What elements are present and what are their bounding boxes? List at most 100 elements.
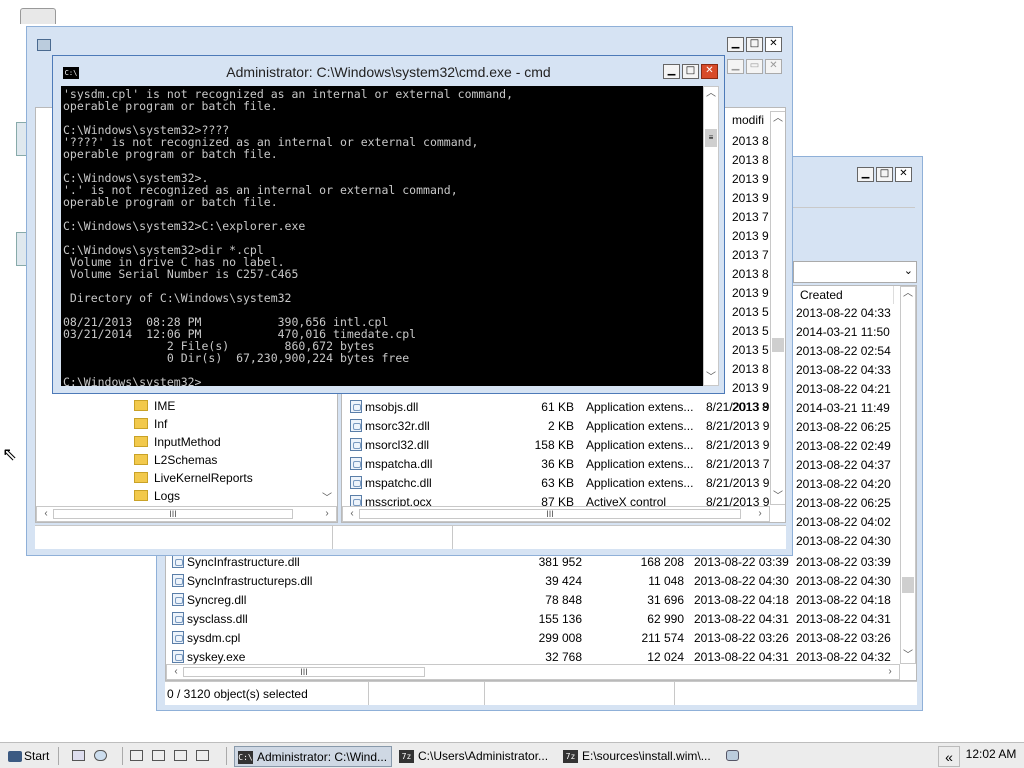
cmd-window[interactable]: C:\ Administrator: C:\Windows\system32\c… — [52, 55, 725, 394]
folder-icon — [134, 472, 148, 483]
created-cell: 2013-08-22 04:37 — [796, 458, 891, 472]
minimize-button[interactable]: ▁ — [727, 37, 744, 52]
scroll-up-icon[interactable]: ︿ — [704, 87, 718, 101]
quicklaunch-icon[interactable] — [72, 750, 85, 761]
scroll-up-icon[interactable]: ︿ — [901, 287, 915, 301]
scroll-thumb[interactable] — [772, 338, 784, 352]
scroll-down-icon[interactable]: ﹀ — [771, 490, 785, 504]
vertical-scrollbar[interactable]: ︿ ≡ ﹀ — [703, 86, 719, 386]
close-button[interactable]: ✕ — [895, 167, 912, 182]
modified-cell: 2013 5 — [732, 343, 769, 357]
maximize-button[interactable]: □ — [746, 37, 763, 52]
quicklaunch-icon[interactable] — [94, 750, 107, 761]
address-dropdown[interactable]: ⌄ — [793, 261, 917, 283]
taskbar-item-cmd[interactable]: C:\ Administrator: C:\Wind... — [234, 746, 392, 767]
minimize-button[interactable]: ▁ — [663, 64, 680, 79]
modified-cell: 2013 8 — [732, 267, 769, 281]
quicklaunch-icon[interactable] — [196, 750, 209, 761]
modified-cell: 2013 8 — [732, 362, 769, 376]
folder-icon — [134, 490, 148, 501]
console-output[interactable]: 'sysdm.cpl' is not recognized as an inte… — [61, 86, 707, 386]
tree-item[interactable]: L2Schemas — [134, 453, 314, 472]
start-button[interactable]: Start — [4, 746, 50, 767]
tree-item[interactable]: InputMethod — [134, 435, 314, 454]
horizontal-scrollbar[interactable]: ‹ III › — [342, 506, 770, 522]
scroll-down-icon[interactable]: ﹀ — [901, 649, 915, 663]
tray-chevron[interactable]: « — [938, 746, 960, 767]
scroll-right-icon[interactable]: › — [320, 507, 334, 521]
close-button[interactable]: ✕ — [765, 37, 782, 52]
file-row[interactable]: Syncreg.dll 78 848 31 696 2013-08-22 04:18 2… — [166, 591, 900, 610]
scroll-thumb[interactable]: III — [359, 509, 741, 519]
maximize-button[interactable]: □ — [682, 64, 699, 79]
horizontal-scrollbar[interactable]: ‹ III › — [166, 664, 900, 680]
file-row[interactable]: mspatchc.dll 63 KB Application extens... 8/… — [342, 474, 770, 493]
taskbar-item-archive-users[interactable]: 7z C:\Users\Administrator... — [396, 746, 556, 767]
modified-cell: 2013 5 — [732, 305, 769, 319]
file-row[interactable]: msobjs.dll 61 KB Application extens... 8/21… — [342, 398, 770, 417]
scroll-right-icon[interactable]: › — [753, 507, 767, 521]
modified-cell: 2013 9 — [732, 172, 769, 186]
file-row[interactable]: msorc32r.dll 2 KB Application extens... 8/2… — [342, 417, 770, 436]
tree-item[interactable]: IME — [134, 399, 314, 418]
taskbar-item-explorer[interactable] — [726, 750, 739, 761]
scroll-right-icon[interactable]: › — [883, 665, 897, 679]
file-packed-size: 168 208 — [640, 555, 684, 569]
clock[interactable]: 12:02 AM — [962, 745, 1020, 763]
modified-cell: 2013 9 — [732, 286, 769, 300]
vertical-scrollbar[interactable]: ︿ ﹀ — [770, 111, 785, 505]
close-button[interactable]: ✕ — [701, 64, 718, 79]
maximize-button[interactable]: □ — [876, 167, 893, 182]
quicklaunch-icon[interactable] — [130, 750, 143, 761]
chevron-down-icon[interactable]: ⌄ — [904, 264, 913, 277]
scroll-left-icon[interactable]: ‹ — [345, 507, 359, 521]
scroll-down-icon[interactable]: ﹀ — [320, 492, 334, 506]
modified-cell: 2013 9 — [732, 191, 769, 205]
vertical-scrollbar[interactable]: ︿ ﹀ — [900, 286, 916, 664]
file-row[interactable]: sysclass.dll 155 136 62 990 2013-08-22 04:3… — [166, 610, 900, 629]
recycle-bin-icon[interactable] — [20, 8, 56, 24]
scroll-thumb[interactable]: III — [53, 509, 293, 519]
scroll-left-icon[interactable]: ‹ — [169, 665, 183, 679]
file-packed-size: 31 696 — [647, 593, 684, 607]
file-name: msobjs.dll — [365, 400, 419, 414]
modified-cell: 2013 7 — [732, 248, 769, 262]
created-cell: 2013-08-22 06:25 — [796, 496, 891, 510]
close-button[interactable]: ✕ — [765, 59, 782, 74]
file-row[interactable]: mspatcha.dll 36 KB Application extens... 8/… — [342, 455, 770, 474]
file-row[interactable]: sysdm.cpl 299 008 211 574 2013-08-22 03:26 2… — [166, 629, 900, 648]
file-row[interactable]: SyncInfrastructureps.dll 39 424 11 048 2013… — [166, 572, 900, 591]
restore-button[interactable]: ▁ — [727, 59, 744, 74]
console-line: Directory of C:\Windows\system32 — [63, 291, 292, 305]
file-icon — [172, 650, 184, 663]
scroll-thumb[interactable]: ≡ — [705, 129, 717, 147]
scroll-up-icon[interactable]: ︿ — [771, 112, 785, 126]
file-row[interactable]: msorcl32.dll 158 KB Application extens... 8… — [342, 436, 770, 455]
file-icon — [172, 555, 184, 568]
quicklaunch-icon[interactable] — [152, 750, 165, 761]
created-cell: 2014-03-21 11:50 — [796, 325, 890, 339]
scroll-thumb[interactable] — [902, 577, 914, 593]
scroll-left-icon[interactable]: ‹ — [39, 507, 53, 521]
file-date: 8/21/2013 9 — [706, 476, 770, 490]
minimize-button[interactable]: ▁ — [857, 167, 874, 182]
modified-cell: 2013 5 — [732, 324, 769, 338]
quicklaunch-icon[interactable] — [174, 750, 187, 761]
file-name: msorc32r.dll — [365, 419, 430, 433]
console-line: 0 Dir(s) 67,230,900,224 bytes free — [63, 351, 410, 365]
column-created[interactable]: Created — [796, 286, 894, 304]
horizontal-scrollbar[interactable]: ‹ III › — [36, 506, 337, 522]
tree-item[interactable]: LiveKernelReports — [134, 471, 314, 490]
restore-button[interactable]: ▭ — [746, 59, 763, 74]
folder-icon — [134, 454, 148, 465]
file-name-cell: msorcl32.dll — [350, 438, 530, 452]
tree-item[interactable]: Inf — [134, 417, 314, 436]
scroll-thumb[interactable]: III — [183, 667, 425, 677]
sevenzip-icon: 7z — [563, 750, 578, 763]
file-name: syskey.exe — [187, 650, 246, 664]
file-modified: 2013-08-22 04:31 — [694, 612, 789, 626]
scroll-down-icon[interactable]: ﹀ — [704, 371, 718, 385]
column-date-modified[interactable]: modifi — [728, 111, 772, 129]
file-packed-size: 62 990 — [647, 612, 684, 626]
taskbar-item-archive-wim[interactable]: 7z E:\sources\install.wim\... — [560, 746, 720, 767]
